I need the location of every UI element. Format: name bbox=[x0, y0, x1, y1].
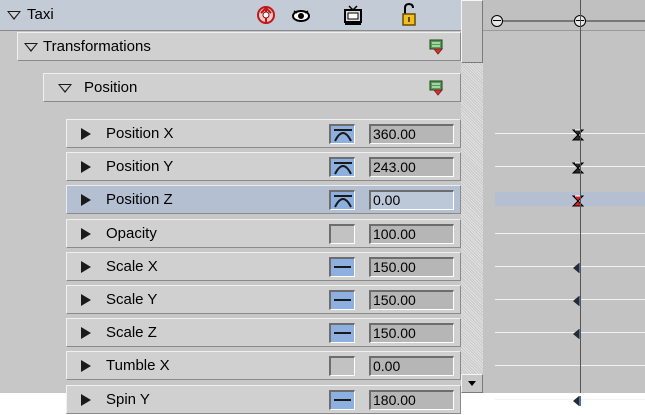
expand-param-icon[interactable] bbox=[81, 294, 91, 306]
keyframe-track-line[interactable] bbox=[495, 233, 645, 234]
param-row[interactable]: Opacity 100.00 bbox=[0, 218, 461, 249]
param-label: Scale Y bbox=[106, 291, 158, 308]
interpolation-none-button[interactable] bbox=[329, 224, 355, 244]
playhead-line[interactable] bbox=[580, 0, 581, 393]
keyframe-marker-icon[interactable] bbox=[571, 128, 585, 141]
param-row[interactable]: Scale X 150.00 bbox=[0, 251, 461, 282]
keyframe-half-marker-icon[interactable] bbox=[571, 261, 585, 273]
vertical-scrollbar[interactable] bbox=[461, 0, 483, 393]
expand-param-icon[interactable] bbox=[81, 394, 91, 406]
eye-icon[interactable] bbox=[291, 8, 311, 24]
param-value-field[interactable]: 243.00 bbox=[369, 157, 454, 177]
param-value-field[interactable]: 100.00 bbox=[369, 224, 454, 244]
group-transformations-label: Transformations bbox=[43, 38, 151, 55]
expand-param-icon[interactable] bbox=[81, 161, 91, 173]
interpolation-linear-button[interactable] bbox=[329, 390, 355, 410]
group-position[interactable]: Position bbox=[0, 72, 461, 103]
param-row[interactable]: Position X 360.00 bbox=[0, 118, 461, 149]
range-start-handle-icon[interactable] bbox=[491, 15, 503, 27]
keyframe-track-line[interactable] bbox=[495, 332, 645, 333]
reset-transformations-icon[interactable] bbox=[429, 39, 445, 55]
expand-param-icon[interactable] bbox=[81, 228, 91, 240]
interpolation-linear-button[interactable] bbox=[329, 257, 355, 277]
param-value-field[interactable]: 0.00 bbox=[369, 356, 454, 376]
expand-param-icon[interactable] bbox=[81, 327, 91, 339]
param-label: Tumble X bbox=[106, 357, 170, 374]
keyframe-track-line[interactable] bbox=[495, 166, 645, 167]
interpolation-curve-button[interactable] bbox=[329, 124, 355, 144]
param-label: Scale X bbox=[106, 258, 158, 275]
collapse-transformations-icon[interactable] bbox=[24, 43, 38, 52]
animation-editor: Taxi Transformations Position Position X… bbox=[0, 0, 645, 414]
collapse-position-icon[interactable] bbox=[58, 84, 72, 93]
interpolation-linear-button[interactable] bbox=[329, 290, 355, 310]
motion-path-icon[interactable] bbox=[255, 4, 277, 26]
param-value-field[interactable]: 0.00 bbox=[369, 190, 454, 210]
interpolation-none-button[interactable] bbox=[329, 356, 355, 376]
keyframe-marker-icon[interactable] bbox=[571, 161, 585, 174]
param-label: Position Y bbox=[106, 158, 174, 175]
reset-position-icon[interactable] bbox=[429, 80, 445, 96]
param-row[interactable]: Position Y 243.00 bbox=[0, 151, 461, 182]
timeline-ruler[interactable] bbox=[483, 0, 645, 31]
padlock-unlocked-icon[interactable] bbox=[401, 2, 417, 27]
param-row[interactable]: Spin Y 180.00 bbox=[0, 384, 461, 415]
keyframe-half-marker-icon[interactable] bbox=[571, 394, 585, 406]
keyframe-track-line[interactable] bbox=[495, 365, 645, 366]
param-label: Position Z bbox=[106, 191, 173, 208]
keyframe-half-marker-icon[interactable] bbox=[571, 327, 585, 339]
expand-param-icon[interactable] bbox=[81, 261, 91, 273]
keyframe-track-line[interactable] bbox=[495, 192, 645, 206]
keyframe-half-marker-icon[interactable] bbox=[571, 294, 585, 306]
param-label: Spin Y bbox=[106, 391, 150, 408]
param-value-field[interactable]: 180.00 bbox=[369, 390, 454, 410]
keyframe-track-line[interactable] bbox=[495, 133, 645, 134]
group-position-label: Position bbox=[84, 79, 138, 96]
param-row[interactable]: Scale Y 150.00 bbox=[0, 284, 461, 315]
keyframe-track-line[interactable] bbox=[495, 399, 645, 400]
ruler-track bbox=[497, 20, 645, 22]
param-value-field[interactable]: 360.00 bbox=[369, 124, 454, 144]
param-label: Opacity bbox=[106, 225, 157, 242]
param-value-field[interactable]: 150.00 bbox=[369, 323, 454, 343]
param-label: Scale Z bbox=[106, 324, 157, 341]
param-row[interactable]: Position Z 0.00 bbox=[0, 184, 461, 215]
object-title: Taxi bbox=[27, 6, 54, 23]
param-value-field[interactable]: 150.00 bbox=[369, 257, 454, 277]
interpolation-curve-button[interactable] bbox=[329, 190, 355, 210]
keyframe-marker-icon[interactable] bbox=[571, 194, 585, 207]
group-transformations[interactable]: Transformations bbox=[0, 31, 461, 62]
keyframe-track-line[interactable] bbox=[495, 266, 645, 267]
interpolation-linear-button[interactable] bbox=[329, 323, 355, 343]
expand-param-icon[interactable] bbox=[81, 194, 91, 206]
object-header-row[interactable]: Taxi bbox=[0, 0, 461, 31]
scroll-down-arrow-icon[interactable] bbox=[461, 374, 483, 393]
parameter-tree: Taxi Transformations Position Position X… bbox=[0, 0, 461, 414]
param-row[interactable]: Tumble X 0.00 bbox=[0, 350, 461, 381]
param-label: Position X bbox=[106, 125, 174, 142]
scrollbar-thumb[interactable] bbox=[461, 0, 483, 63]
tv-display-icon[interactable] bbox=[343, 4, 363, 26]
keyframe-track-line[interactable] bbox=[495, 299, 645, 300]
param-value-field[interactable]: 150.00 bbox=[369, 290, 454, 310]
collapse-taxi-icon[interactable] bbox=[7, 11, 21, 20]
param-row[interactable]: Scale Z 150.00 bbox=[0, 317, 461, 348]
expand-param-icon[interactable] bbox=[81, 128, 91, 140]
timeline-panel[interactable] bbox=[483, 0, 645, 406]
expand-param-icon[interactable] bbox=[81, 360, 91, 372]
interpolation-curve-button[interactable] bbox=[329, 157, 355, 177]
